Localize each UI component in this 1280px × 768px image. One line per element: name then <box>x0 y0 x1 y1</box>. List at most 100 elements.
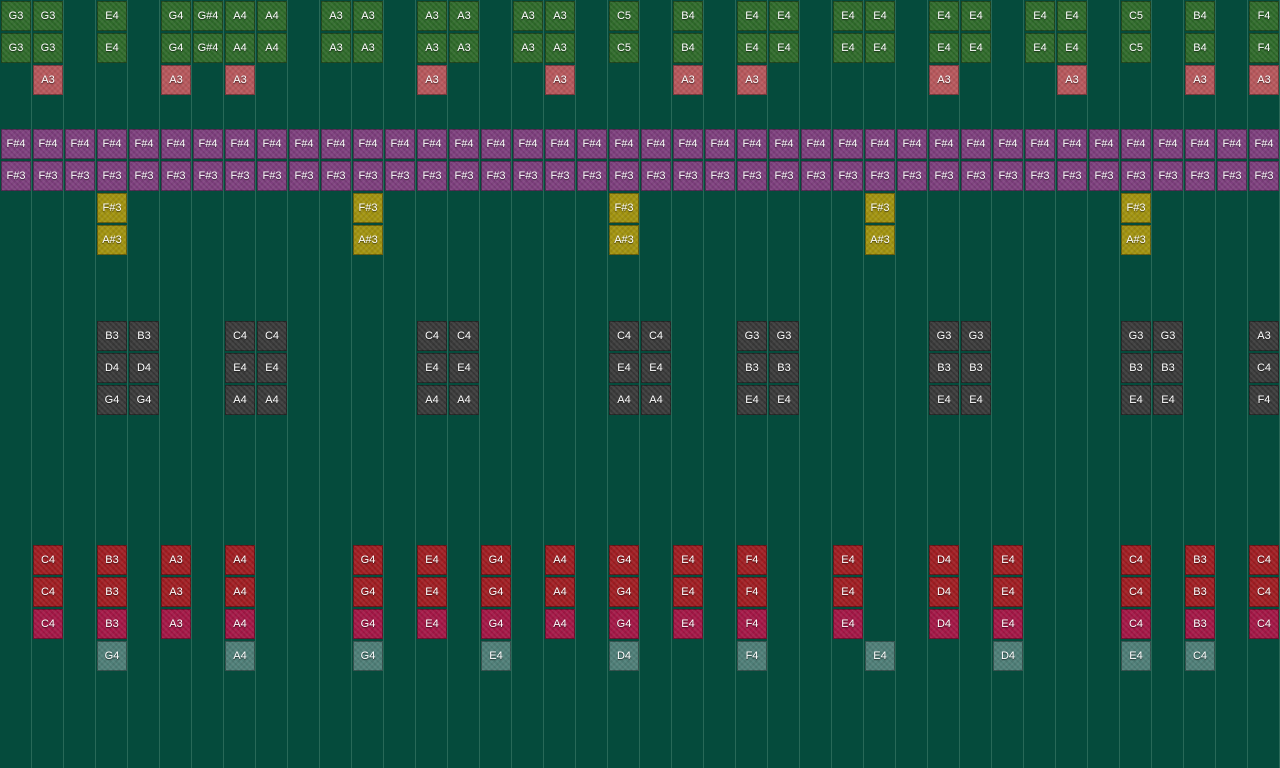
note-block[interactable]: A#3 <box>1121 225 1151 255</box>
note-block[interactable]: F#3 <box>993 161 1023 191</box>
note-block[interactable]: F#3 <box>577 161 607 191</box>
note-block[interactable]: G4 <box>353 609 383 639</box>
note-block[interactable]: B4 <box>673 33 703 63</box>
note-block[interactable]: F#3 <box>769 161 799 191</box>
note-block[interactable]: A4 <box>225 609 255 639</box>
note-block[interactable]: F#3 <box>161 161 191 191</box>
note-block[interactable]: F#4 <box>289 129 319 159</box>
note-block[interactable]: A4 <box>257 33 287 63</box>
note-block[interactable]: C4 <box>257 321 287 351</box>
note-block[interactable]: F#4 <box>33 129 63 159</box>
note-block[interactable]: G3 <box>1 33 31 63</box>
note-block[interactable]: F#4 <box>865 129 895 159</box>
note-block[interactable]: F#4 <box>577 129 607 159</box>
note-block[interactable]: C4 <box>449 321 479 351</box>
note-block[interactable]: A3 <box>1249 65 1279 95</box>
note-block[interactable]: A3 <box>449 33 479 63</box>
note-block[interactable]: D4 <box>993 641 1023 671</box>
note-block[interactable]: F#3 <box>929 161 959 191</box>
note-block[interactable]: G4 <box>481 609 511 639</box>
note-block[interactable]: E4 <box>257 353 287 383</box>
note-block[interactable]: F#4 <box>961 129 991 159</box>
note-block[interactable]: F#3 <box>65 161 95 191</box>
note-block[interactable]: A4 <box>225 545 255 575</box>
note-block[interactable]: G4 <box>161 33 191 63</box>
note-block[interactable]: E4 <box>865 641 895 671</box>
note-block[interactable]: G#4 <box>193 33 223 63</box>
note-block[interactable]: B3 <box>129 321 159 351</box>
note-block[interactable]: B3 <box>1153 353 1183 383</box>
note-block[interactable]: F#3 <box>673 161 703 191</box>
note-block[interactable]: E4 <box>833 1 863 31</box>
note-block[interactable]: F#4 <box>225 129 255 159</box>
note-block[interactable]: C4 <box>33 577 63 607</box>
note-block[interactable]: G4 <box>609 577 639 607</box>
note-block[interactable]: A#3 <box>865 225 895 255</box>
note-block[interactable]: E4 <box>1121 641 1151 671</box>
note-block[interactable]: A3 <box>1185 65 1215 95</box>
note-block[interactable]: C4 <box>417 321 447 351</box>
note-block[interactable]: E4 <box>417 353 447 383</box>
note-block[interactable]: A#3 <box>97 225 127 255</box>
note-block[interactable]: E4 <box>673 577 703 607</box>
note-block[interactable]: A3 <box>1057 65 1087 95</box>
note-block[interactable]: E4 <box>961 1 991 31</box>
note-block[interactable]: G4 <box>609 545 639 575</box>
note-block[interactable]: E4 <box>1057 1 1087 31</box>
note-block[interactable]: E4 <box>1121 385 1151 415</box>
note-block[interactable]: E4 <box>833 33 863 63</box>
note-block[interactable]: A4 <box>225 1 255 31</box>
note-block[interactable]: F#3 <box>353 193 383 223</box>
note-block[interactable]: F#3 <box>641 161 671 191</box>
note-block[interactable]: F#3 <box>289 161 319 191</box>
note-block[interactable]: C4 <box>1121 545 1151 575</box>
note-block[interactable]: F4 <box>1249 33 1279 63</box>
note-block[interactable]: F#4 <box>1 129 31 159</box>
note-block[interactable]: G3 <box>769 321 799 351</box>
note-block[interactable]: A4 <box>257 385 287 415</box>
note-block[interactable]: G3 <box>961 321 991 351</box>
note-block[interactable]: F#4 <box>705 129 735 159</box>
note-block[interactable]: A4 <box>545 609 575 639</box>
note-block[interactable]: F#4 <box>673 129 703 159</box>
note-block[interactable]: G3 <box>33 33 63 63</box>
note-block[interactable]: E4 <box>961 33 991 63</box>
note-block[interactable]: E4 <box>865 33 895 63</box>
note-block[interactable]: F#4 <box>1025 129 1055 159</box>
note-block[interactable]: G4 <box>481 545 511 575</box>
note-block[interactable]: G3 <box>1153 321 1183 351</box>
note-block[interactable]: F#3 <box>129 161 159 191</box>
note-block[interactable]: E4 <box>865 1 895 31</box>
note-block[interactable]: E4 <box>97 1 127 31</box>
note-block[interactable]: F#4 <box>385 129 415 159</box>
note-block[interactable]: F#4 <box>353 129 383 159</box>
note-block[interactable]: D4 <box>609 641 639 671</box>
note-block[interactable]: A3 <box>513 33 543 63</box>
note-block[interactable]: F#4 <box>545 129 575 159</box>
note-block[interactable]: A3 <box>545 65 575 95</box>
note-block[interactable]: F#4 <box>65 129 95 159</box>
note-block[interactable]: F#3 <box>609 161 639 191</box>
note-block[interactable]: F#4 <box>1121 129 1151 159</box>
piano-roll-grid[interactable]: G3 G3 E4 G4 G#4 A4 A4 A3 A3 A3 A3 A3 A3 C5 B4 E4 E4 E4 E4 E… <box>0 0 1280 768</box>
note-block[interactable]: A4 <box>225 33 255 63</box>
note-block[interactable]: A3 <box>545 1 575 31</box>
note-block[interactable]: E4 <box>417 577 447 607</box>
note-block[interactable]: A3 <box>161 545 191 575</box>
note-block[interactable]: B3 <box>97 609 127 639</box>
note-block[interactable]: F#4 <box>1249 129 1279 159</box>
note-block[interactable]: B3 <box>737 353 767 383</box>
note-block[interactable]: B3 <box>1185 609 1215 639</box>
note-block[interactable]: E4 <box>929 1 959 31</box>
note-block[interactable]: F#4 <box>129 129 159 159</box>
note-block[interactable]: F#3 <box>833 161 863 191</box>
note-block[interactable]: F#4 <box>993 129 1023 159</box>
note-block[interactable]: C5 <box>609 1 639 31</box>
note-block[interactable]: F#3 <box>1121 161 1151 191</box>
note-block[interactable]: A3 <box>161 65 191 95</box>
note-block[interactable]: F#4 <box>1089 129 1119 159</box>
note-block[interactable]: A3 <box>673 65 703 95</box>
note-block[interactable]: F#4 <box>1153 129 1183 159</box>
note-block[interactable]: D4 <box>929 577 959 607</box>
note-block[interactable]: G4 <box>481 577 511 607</box>
